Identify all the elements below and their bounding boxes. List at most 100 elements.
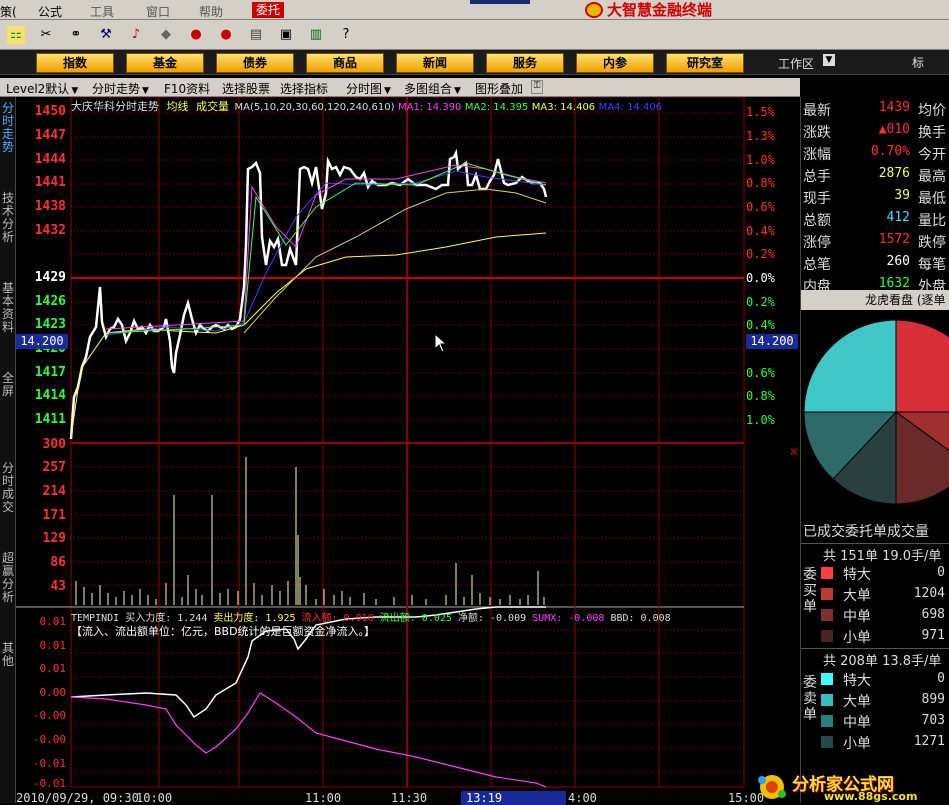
tab-multi-chart[interactable]: 多图组合 ▼ bbox=[404, 80, 461, 97]
tab-level2[interactable]: Level2默认 ▼ bbox=[6, 80, 78, 97]
nav-commodity-button[interactable]: 商品 bbox=[306, 53, 384, 73]
nav-service-button[interactable]: 服务 bbox=[486, 53, 564, 73]
side-tab-superwin[interactable]: 超赢分析 bbox=[1, 552, 15, 604]
help-pointer-icon[interactable]: ? bbox=[336, 25, 356, 45]
quote-right-label: 今开 bbox=[918, 147, 946, 163]
quote-label: 涨停 bbox=[803, 235, 831, 251]
indicator-tick: -0.00 bbox=[32, 733, 66, 746]
tab-timeshare[interactable]: 分时走势 ▼ bbox=[92, 80, 149, 97]
order-type-label: 小单 bbox=[843, 630, 871, 646]
side-tab-fundamental[interactable]: 基本资料 bbox=[1, 282, 15, 334]
buy-orders-label: 委买单 bbox=[803, 567, 817, 615]
quote-row: 总额 412 量比 bbox=[801, 210, 949, 231]
quote-row: 现手 39 最低 bbox=[801, 188, 949, 209]
orders-title: 已成交委托单成交量 bbox=[803, 524, 929, 540]
menu-formula[interactable]: 公式 bbox=[38, 3, 62, 20]
sumx-value: SUMX: -0.008 bbox=[532, 613, 605, 624]
tab-overlay[interactable]: 图形叠加 bbox=[475, 80, 523, 97]
quote-right-label: 跌停 bbox=[918, 235, 946, 251]
nav-insider-button[interactable]: 内参 bbox=[576, 53, 654, 73]
order-pie-chart bbox=[803, 319, 949, 505]
window-icon[interactable]: ▣ bbox=[276, 25, 296, 45]
tab-level2-label: Level2默认 bbox=[6, 82, 70, 96]
menu-window[interactable]: 窗口 bbox=[146, 3, 170, 20]
nav-fund-button[interactable]: 基金 bbox=[126, 53, 204, 73]
quote-label: 现手 bbox=[803, 191, 831, 207]
ma2-value: MA2: 14.395 bbox=[464, 102, 529, 113]
side-tab-timeshare[interactable]: 分时走势 bbox=[1, 102, 15, 154]
order-volume-value: 698 bbox=[921, 607, 945, 622]
biao-label[interactable]: 标 bbox=[912, 54, 924, 71]
price-header: 大庆华科分时走势 均线 成交量 MA(5,10,20,30,60,120,240… bbox=[71, 98, 662, 114]
quote-right-label: 量比 bbox=[918, 213, 946, 229]
pct-tick: 0.2% bbox=[746, 247, 775, 261]
workarea-label[interactable]: 工作区 bbox=[778, 55, 814, 72]
pie-slice bbox=[895, 319, 949, 413]
side-tab-technical[interactable]: 技术分析 bbox=[1, 192, 15, 244]
books-icon[interactable]: ▥ bbox=[306, 25, 326, 45]
tab-bar: Level2默认 ▼ 分时走势 ▼ F10资料 选择股票 选择指标 分时图 ▼ 多图组… bbox=[0, 78, 800, 97]
chart-area: 大庆华科分时走势 均线 成交量 MA(5,10,20,30,60,120,240… bbox=[16, 97, 800, 805]
ma1-value: MA1: 14.390 bbox=[398, 102, 462, 113]
price-tick: 1450 bbox=[34, 104, 66, 119]
quote-value: ▲010 bbox=[878, 122, 910, 137]
pct-tick: 1.0% bbox=[746, 153, 775, 167]
nav-research-button[interactable]: 研究室 bbox=[666, 53, 744, 73]
tab-timeshare-chart[interactable]: 分时图 ▼ bbox=[346, 80, 391, 97]
legend-swatch bbox=[821, 609, 833, 621]
quote-value: 0.70% bbox=[870, 144, 910, 159]
weituo-button[interactable]: 委托 bbox=[252, 2, 284, 18]
diamond-icon[interactable]: ◆ bbox=[156, 25, 176, 45]
nav-bond-button[interactable]: 债券 bbox=[216, 53, 294, 73]
binoculars-icon[interactable]: ⚭ bbox=[66, 25, 86, 45]
title-strip bbox=[470, 0, 530, 4]
legend-swatch bbox=[821, 567, 833, 579]
quote-label: 总手 bbox=[803, 169, 831, 185]
bell-icon[interactable]: ♪ bbox=[126, 25, 146, 45]
document-icon[interactable]: ▤ bbox=[246, 25, 266, 45]
tab-select-indicator[interactable]: 选择指标 bbox=[280, 80, 328, 97]
indicator-header: TEMPINDI 买入力度: 1.244 卖出力度: 1.925 流入额: 0.… bbox=[71, 609, 671, 624]
ma-line bbox=[243, 188, 547, 334]
volume-tick: 257 bbox=[42, 460, 66, 475]
menu-tools[interactable]: 工具 bbox=[90, 3, 114, 20]
quote-row: 涨跌 ▲010 换手 bbox=[801, 122, 949, 143]
pct-tick: 0.4% bbox=[746, 318, 775, 332]
nav-news-button[interactable]: 新闻 bbox=[396, 53, 474, 73]
lock-icon[interactable]: ⚿ bbox=[531, 80, 543, 94]
cut-icon[interactable]: ✂ bbox=[36, 25, 56, 45]
quote-row: 总笔 260 每笔 bbox=[801, 254, 949, 275]
order-volume-value: 0 bbox=[937, 565, 945, 580]
tools-icon[interactable]: ⚒ bbox=[96, 25, 116, 45]
side-tab-ticks[interactable]: 分时成交 bbox=[1, 462, 15, 514]
order-type-label: 中单 bbox=[843, 609, 871, 625]
pie-title[interactable]: 龙虎看盘 (逐单 bbox=[801, 290, 949, 310]
red-circle2-icon[interactable]: ● bbox=[216, 25, 236, 45]
side-tab-other[interactable]: 其他 bbox=[1, 642, 15, 668]
cursor-price-left: 14.200 bbox=[16, 334, 68, 349]
brand-title: 大智慧金融终端 bbox=[585, 1, 825, 20]
volume-tick: 300 bbox=[42, 437, 66, 452]
pct-tick: 0.6% bbox=[746, 366, 775, 380]
nav-index-button[interactable]: 指数 bbox=[36, 53, 114, 73]
tab-f10[interactable]: F10资料 bbox=[164, 80, 210, 97]
cursor-price-right: 14.200 bbox=[746, 334, 798, 349]
flower-logo-icon bbox=[758, 775, 786, 799]
indicator-tick: -0.01 bbox=[32, 777, 66, 790]
indicator-note: 【流入、流出额单位：亿元，BBD统计的是巨额资金净流入。】 bbox=[71, 625, 376, 638]
close-icon[interactable]: ✕ bbox=[789, 445, 799, 459]
red-circle-icon[interactable]: ● bbox=[186, 25, 206, 45]
mouse-pointer-icon bbox=[434, 333, 448, 353]
chart-canvas bbox=[16, 97, 745, 788]
pct-tick: 0.8% bbox=[746, 176, 775, 190]
side-tab-fullscreen[interactable]: 全屏 bbox=[1, 372, 15, 398]
quote-right-label: 均价 bbox=[918, 103, 946, 119]
pct-tick: 1.5% bbox=[746, 105, 775, 119]
menu-help[interactable]: 帮助 bbox=[199, 3, 223, 20]
menu-strategy[interactable]: 策( bbox=[0, 3, 17, 20]
workarea-dropdown-icon[interactable]: ▼ bbox=[823, 54, 835, 66]
net-value: 净额: -0.009 bbox=[457, 613, 527, 624]
tab-select-stock[interactable]: 选择股票 bbox=[222, 80, 270, 97]
quote-icon[interactable]: ⚏ bbox=[6, 25, 26, 45]
price-tick: 1411 bbox=[34, 412, 66, 427]
